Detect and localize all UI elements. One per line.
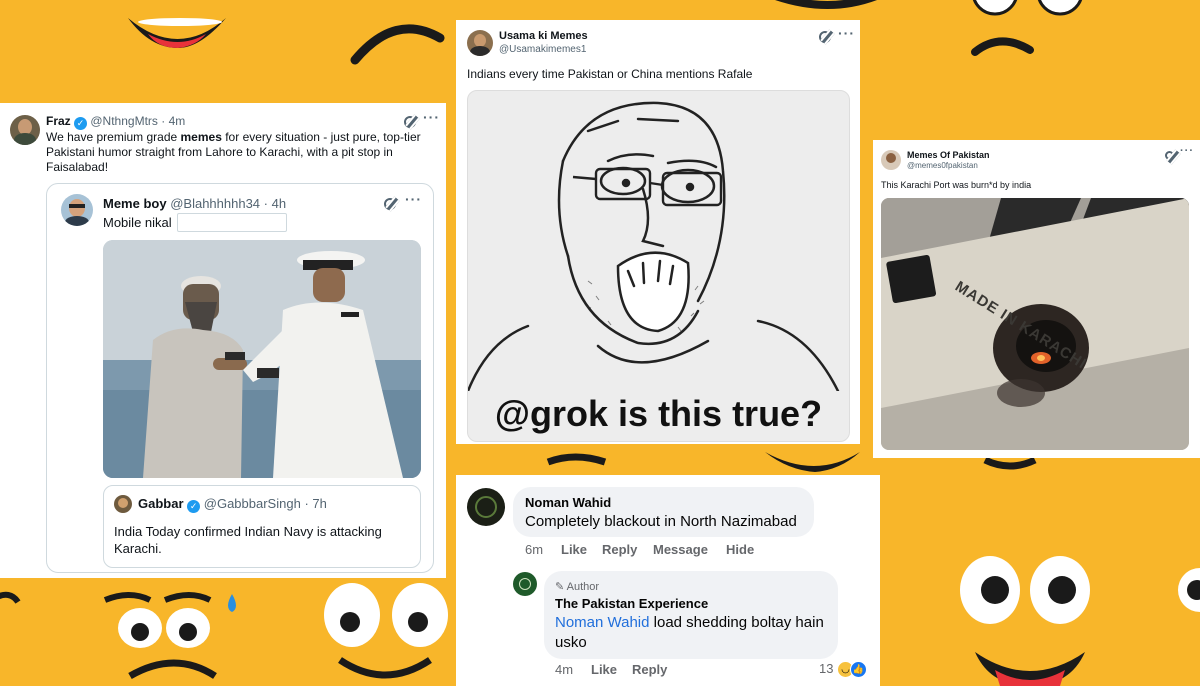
pencil-icon: ✎ [555,581,565,593]
grok-icon[interactable] [404,116,416,128]
replier-name[interactable]: The Pakistan Experience [555,596,708,611]
tweet-text: Indians every time Pakistan or China men… [467,67,753,81]
redacted-box [177,213,287,232]
soyjak-drawing [468,101,840,393]
tweet-photo[interactable] [103,240,421,478]
like-reaction-icon: 👍 [850,661,867,678]
nested-quoted-tweet[interactable]: Gabbar ✓ @GabbbarSingh · 7h India Today … [103,485,421,568]
meme-caption: @grok is this true? [494,393,823,434]
tweet-card-memes-of-pakistan[interactable]: Memes Of Pakistan @memes0fpakistan ··· T… [873,140,1200,458]
quote-text: Mobile nikal [103,215,172,230]
reply-button[interactable]: Reply [602,542,637,557]
grok-icon[interactable] [819,31,831,43]
hide-button[interactable]: Hide [726,542,754,557]
author-handle[interactable]: @memes0fpakistan [907,161,978,170]
mention-link[interactable]: Noman Wahid [555,614,649,631]
more-icon[interactable]: ··· [405,191,422,207]
reply-time[interactable]: 4m [555,662,573,677]
more-icon[interactable]: ··· [838,25,855,41]
grok-icon[interactable] [384,198,396,210]
nested-author-name[interactable]: Gabbar [138,496,184,511]
tweet-card-usama[interactable]: Usama ki Memes @Usamakimemes1 ··· Indian… [456,20,860,444]
quote-timestamp[interactable]: 4h [272,196,286,211]
more-icon[interactable]: ··· [423,109,440,125]
commenter-name[interactable]: Noman Wahid [525,495,611,510]
tweet-card-fraz[interactable]: Fraz ✓ @NthngMtrs · 4m ··· We have premi… [0,103,446,578]
quote-author-name[interactable]: Meme boy [103,196,167,211]
avatar[interactable] [114,495,132,513]
author-name[interactable]: Usama ki Memes [499,30,588,42]
reaction-count[interactable]: 13 [819,661,833,676]
avatar[interactable] [881,150,901,170]
avatar[interactable] [61,194,93,226]
more-icon[interactable]: ··· [1180,145,1194,157]
grok-icon[interactable] [1165,151,1174,160]
author-badge: Author [566,581,600,593]
message-button[interactable]: Message [653,542,708,557]
like-button[interactable]: Like [561,542,587,557]
author-handle[interactable]: @NthngMtrs [90,114,158,128]
verified-icon: ✓ [187,500,201,513]
tweet-text: We have premium grade memes for every si… [46,130,421,174]
quoted-tweet[interactable]: Meme boy @Blahhhhhh34 · 4h ··· Mobile ni… [46,183,434,573]
nested-author-handle[interactable]: @GabbbarSingh [204,496,301,511]
facebook-comments-card: Noman Wahid Completely blackout in North… [456,475,880,686]
avatar[interactable] [10,115,40,145]
timestamp[interactable]: 4m [169,114,186,128]
bold-word: memes [180,130,222,144]
comment-time[interactable]: 6m [525,542,543,557]
comment-text: Completely blackout in North Nazimabad [525,513,797,530]
navy-photo-illustration [103,240,421,478]
author-handle[interactable]: @Usamakimemes1 [499,44,586,55]
like-button[interactable]: Like [591,662,617,677]
verified-icon: ✓ [74,117,88,130]
tweet-text: This Karachi Port was burn*d by india [881,180,1032,190]
laptop-photo[interactable]: MADE IN KARACHI [881,198,1189,450]
meme-image[interactable]: @grok is this true? [467,90,850,442]
avatar[interactable] [467,488,505,526]
reply-text: Noman Wahid load shedding boltay hain us… [555,614,824,651]
author-name[interactable]: Memes Of Pakistan [907,150,990,160]
nested-text: India Today confirmed Indian Navy is att… [114,524,382,556]
avatar[interactable] [513,572,537,596]
reply-button[interactable]: Reply [632,662,667,677]
author-name[interactable]: Fraz [46,114,71,128]
quote-author-handle[interactable]: @Blahhhhhh34 [170,196,260,211]
nested-timestamp[interactable]: 7h [312,496,326,511]
avatar[interactable] [467,30,493,56]
